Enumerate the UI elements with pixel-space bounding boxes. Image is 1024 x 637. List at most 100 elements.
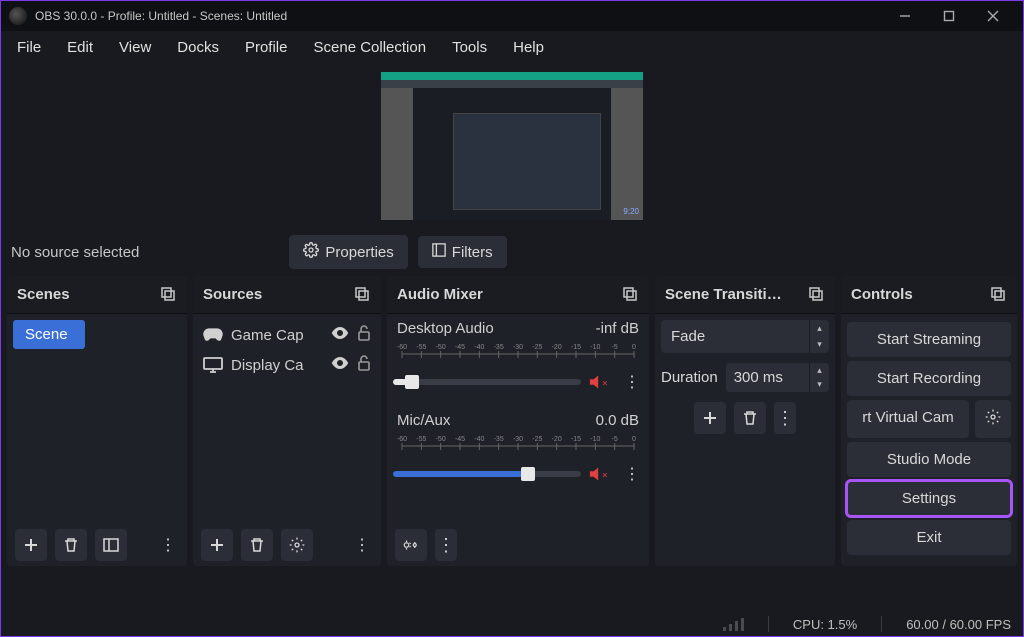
popout-icon[interactable] (161, 287, 177, 303)
scene-filter-button[interactable] (95, 529, 127, 561)
svg-text:-55: -55 (416, 436, 426, 443)
transition-menu-button[interactable]: ⋮ (774, 402, 796, 434)
svg-text:0: 0 (632, 344, 636, 351)
studio-mode-button[interactable]: Studio Mode (847, 442, 1011, 477)
channel-db: 0.0 dB (596, 412, 639, 429)
scene-item[interactable]: Scene (13, 320, 85, 349)
transition-selected: Fade (661, 320, 809, 353)
svg-text:-30: -30 (513, 344, 523, 351)
settings-button[interactable]: Settings (847, 481, 1011, 516)
source-item[interactable]: Game Cap (199, 320, 375, 350)
svg-text:-35: -35 (494, 344, 504, 351)
eye-icon[interactable] (331, 356, 349, 374)
svg-text:-5: -5 (612, 344, 618, 351)
menu-profile[interactable]: Profile (233, 35, 300, 60)
menu-tools[interactable]: Tools (440, 35, 499, 60)
svg-text:-55: -55 (416, 344, 426, 351)
chevron-updown-icon: ▴▾ (809, 363, 829, 392)
close-button[interactable] (971, 1, 1015, 31)
filters-button[interactable]: Filters (418, 236, 507, 268)
add-transition-button[interactable] (694, 402, 726, 434)
delete-scene-button[interactable] (55, 529, 87, 561)
svg-text:-45: -45 (455, 344, 465, 351)
svg-text:-50: -50 (436, 344, 446, 351)
svg-text:-5: -5 (612, 436, 618, 443)
exit-button[interactable]: Exit (847, 520, 1011, 555)
delete-source-button[interactable] (241, 529, 273, 561)
add-scene-button[interactable] (15, 529, 47, 561)
lock-icon[interactable] (357, 325, 371, 345)
channel-db: -inf dB (596, 320, 639, 337)
mixer-menu-button[interactable]: ⋮ (435, 529, 457, 561)
virtual-cam-settings-button[interactable] (975, 400, 1011, 438)
start-streaming-button[interactable]: Start Streaming (847, 322, 1011, 357)
channel-name: Mic/Aux (397, 412, 450, 429)
gamepad-icon (203, 328, 223, 342)
svg-text:-20: -20 (552, 344, 562, 351)
lock-icon[interactable] (357, 355, 371, 375)
volume-slider[interactable] (393, 471, 581, 477)
fps-status: 60.00 / 60.00 FPS (906, 617, 1011, 632)
menu-docks[interactable]: Docks (165, 35, 231, 60)
popout-icon[interactable] (809, 287, 825, 303)
add-source-button[interactable] (201, 529, 233, 561)
scenes-title: Scenes (17, 286, 70, 303)
eye-icon[interactable] (331, 326, 349, 344)
duration-label: Duration (661, 369, 718, 386)
virtual-cam-button[interactable]: rt Virtual Cam (847, 400, 969, 438)
transitions-title: Scene Transiti… (665, 286, 782, 303)
db-scale: -60-55-50-45-40-35-30-25-20-15-10-50 (393, 433, 643, 456)
delete-transition-button[interactable] (734, 402, 766, 434)
svg-text:-15: -15 (571, 436, 581, 443)
menu-edit[interactable]: Edit (55, 35, 105, 60)
cpu-status: CPU: 1.5% (793, 617, 857, 632)
duration-spinner[interactable]: 300 ms ▴▾ (726, 363, 829, 392)
menu-file[interactable]: File (5, 35, 53, 60)
controls-title: Controls (851, 286, 913, 303)
svg-text:0: 0 (632, 436, 636, 443)
svg-text:-45: -45 (455, 436, 465, 443)
mixer-advanced-button[interactable] (395, 529, 427, 561)
source-label: Display Ca (231, 357, 323, 374)
network-bars-icon (723, 617, 744, 631)
maximize-button[interactable] (927, 1, 971, 31)
menu-help[interactable]: Help (501, 35, 556, 60)
source-toolbar: No source selected Properties Filters (1, 228, 1023, 276)
sources-dock: Sources Game Cap Display Ca ⋮ (193, 276, 381, 566)
popout-icon[interactable] (623, 287, 639, 303)
channel-name: Desktop Audio (397, 320, 494, 337)
svg-text:-50: -50 (436, 436, 446, 443)
sources-title: Sources (203, 286, 262, 303)
channel-menu-button[interactable]: ⋮ (621, 458, 643, 490)
filters-icon (432, 243, 446, 261)
svg-text:-25: -25 (532, 344, 542, 351)
popout-icon[interactable] (355, 287, 371, 303)
db-scale: -60-55-50-45-40-35-30-25-20-15-10-50 (393, 341, 643, 364)
svg-text:×: × (602, 379, 608, 390)
preview-area: 9:20 (1, 63, 1023, 228)
mute-icon[interactable]: × (589, 373, 613, 391)
transition-select[interactable]: Fade ▴▾ (661, 320, 829, 353)
preview-canvas[interactable]: 9:20 (381, 72, 643, 220)
svg-text:×: × (602, 471, 608, 482)
svg-text:-25: -25 (532, 436, 542, 443)
popout-icon[interactable] (991, 287, 1007, 303)
channel-menu-button[interactable]: ⋮ (621, 366, 643, 398)
mixer-channel: Desktop Audio-inf dB-60-55-50-45-40-35-3… (393, 320, 643, 398)
svg-text:-20: -20 (552, 436, 562, 443)
source-item[interactable]: Display Ca (199, 350, 375, 380)
source-menu-button[interactable]: ⋮ (351, 529, 373, 561)
scene-menu-button[interactable]: ⋮ (157, 529, 179, 561)
svg-text:-10: -10 (590, 436, 600, 443)
mute-icon[interactable]: × (589, 465, 613, 483)
svg-text:-30: -30 (513, 436, 523, 443)
volume-slider[interactable] (393, 379, 581, 385)
filters-label: Filters (452, 244, 493, 261)
menu-scene-collection[interactable]: Scene Collection (302, 35, 439, 60)
minimize-button[interactable] (883, 1, 927, 31)
start-recording-button[interactable]: Start Recording (847, 361, 1011, 396)
properties-button[interactable]: Properties (289, 235, 407, 269)
menu-view[interactable]: View (107, 35, 163, 60)
source-properties-button[interactable] (281, 529, 313, 561)
no-source-label: No source selected (9, 244, 139, 261)
